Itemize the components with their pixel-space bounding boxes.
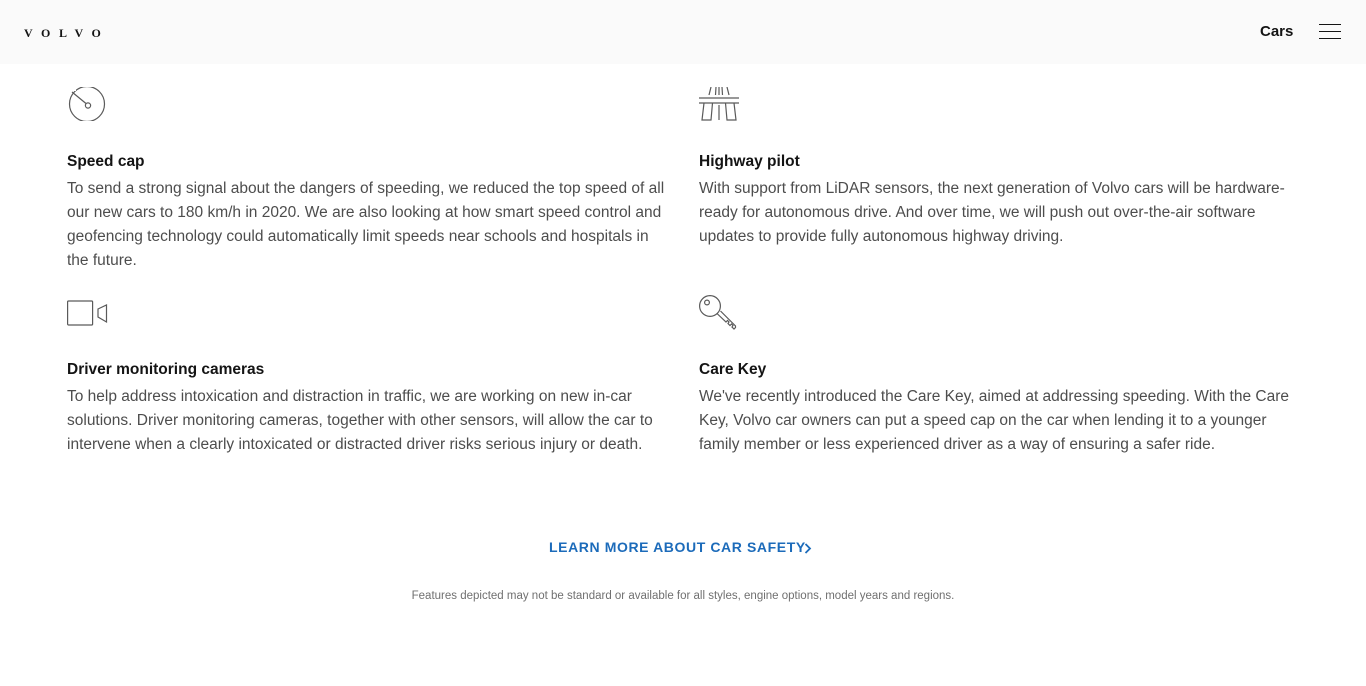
top-navigation-bar: VOLVO Cars [0, 0, 1366, 64]
hamburger-menu-icon[interactable] [1318, 22, 1342, 42]
feature-title: Speed cap [67, 153, 145, 170]
feature-description: We've recently introduced the Care Key, … [699, 388, 1289, 453]
camera-icon [67, 300, 108, 326]
learn-more-label: LEARN MORE ABOUT CAR SAFETY [549, 539, 806, 555]
key-icon [699, 295, 737, 330]
highway-icon [699, 87, 739, 121]
feature-title: Highway pilot [699, 153, 800, 170]
disclaimer-text: Features depicted may not be standard or… [411, 590, 955, 602]
feature-description: With support from LiDAR sensors, the nex… [699, 180, 1285, 245]
feature-description: To help address intoxication and distrac… [67, 388, 653, 453]
feature-description: To send a strong signal about the danger… [67, 180, 665, 269]
speedometer-icon [68, 87, 106, 121]
feature-title: Driver monitoring cameras [67, 361, 265, 378]
volvo-logo[interactable]: VOLVO [24, 26, 109, 41]
feature-title: Care Key [699, 361, 767, 378]
nav-cars-link[interactable]: Cars [1260, 23, 1293, 40]
chevron-right-icon [804, 543, 812, 554]
learn-more-car-safety-link[interactable]: LEARN MORE ABOUT CAR SAFETY [549, 539, 812, 555]
